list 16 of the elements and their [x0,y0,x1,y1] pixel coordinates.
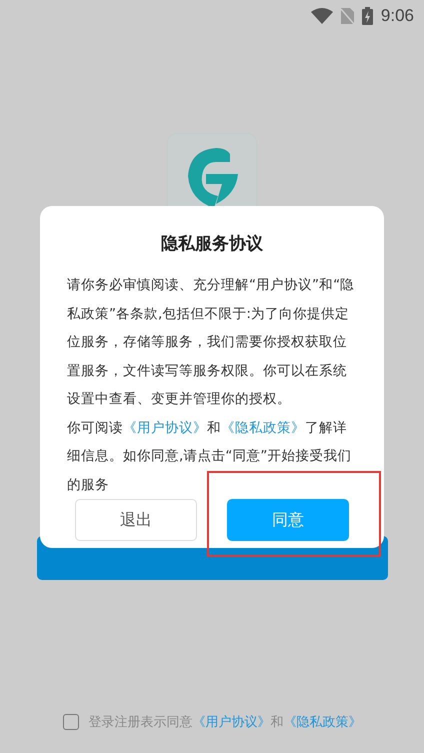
agreement-text: 登录注册表示同意《用户协议》和《隐私政策》 [88,714,362,731]
agreement-link[interactable]: 《隐私政策》 [284,715,362,730]
no-sim-icon [340,8,354,24]
exit-button[interactable]: 退出 [75,499,198,541]
agreement-link[interactable]: 《用户协议》 [192,715,270,730]
agreement-link[interactable]: 《隐私政策》 [221,420,305,436]
agreement-link[interactable]: 《用户协议》 [123,420,207,436]
logo-icon [186,148,238,208]
dialog-title: 隐私服务协议 [161,233,263,255]
dialog-paragraph: 你可阅读《用户协议》和《隐私政策》了解详细信息。如你同意,请点击“同意”开始接受我们的服务 [67,418,352,494]
agree-button[interactable]: 同意 [227,499,349,541]
wifi-icon [310,8,333,24]
clock-time: 9:06 [380,6,414,26]
dialog-paragraph: 请你务必审慎阅读、充分理解“用户协议”和“隐私政策”各条款,包括但不限于:为了向你提供定位服务，存储等服务，我们需要你授权获取位置服务，文件读写等服务权限。你可以在系统设置中查看、变更并管理你的授权。 [67,276,356,409]
battery-charging-icon [362,7,373,25]
agreement-checkbox[interactable] [62,714,78,730]
